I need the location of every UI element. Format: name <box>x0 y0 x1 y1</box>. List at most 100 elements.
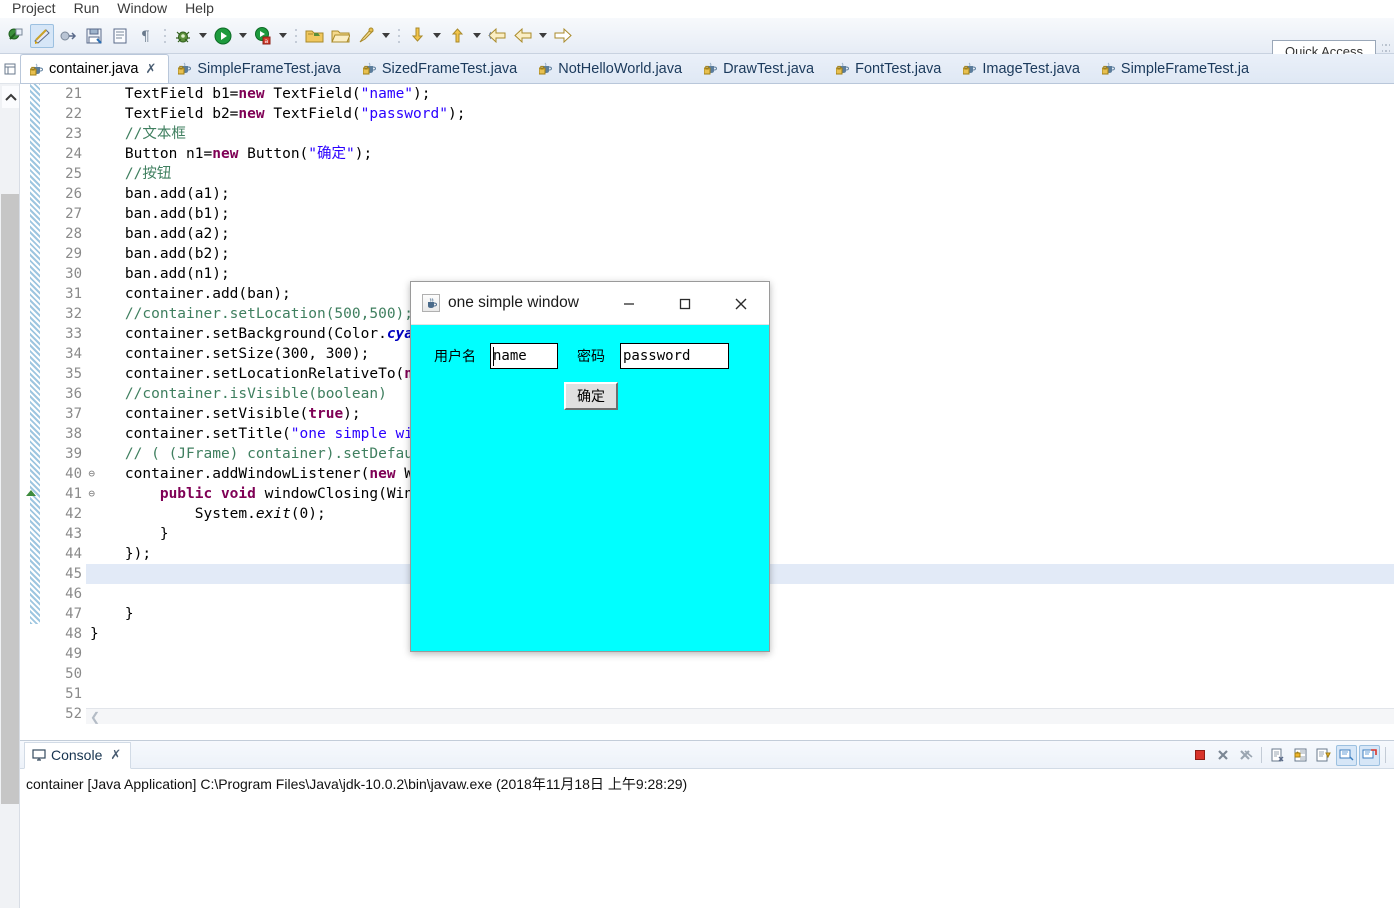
code-line[interactable] <box>86 664 1394 684</box>
next-annotation-icon[interactable] <box>405 24 429 48</box>
line-number: 52 <box>40 704 86 724</box>
open-console-icon[interactable] <box>1359 745 1380 766</box>
code-token: System. <box>195 506 256 522</box>
line-number: 24 <box>40 144 86 164</box>
username-input[interactable]: name <box>490 343 558 369</box>
rail-collapse-chevron-icon[interactable] <box>2 86 19 108</box>
close-icon[interactable]: ✗ <box>110 747 121 763</box>
console-tab-label: Console <box>51 747 102 763</box>
pilcrow-icon[interactable]: ¶ <box>134 24 158 48</box>
coverage-dropdown-arrow-icon[interactable] <box>276 24 289 48</box>
java-window-maximize-button[interactable] <box>657 282 713 325</box>
previous-annotation-icon[interactable] <box>445 24 469 48</box>
next-edit-location-icon[interactable] <box>551 24 575 48</box>
terminate-icon[interactable] <box>1189 745 1210 766</box>
display-selected-console-icon[interactable] <box>1336 745 1357 766</box>
code-line[interactable]: TextField b1=new TextField("name"); <box>86 84 1394 104</box>
menu-item-project[interactable]: Project <box>4 0 66 18</box>
confirm-button[interactable]: 确定 <box>564 382 618 410</box>
java-application-window[interactable]: one simple window 用户名 name <box>410 281 770 652</box>
run-dropdown-arrow-icon[interactable] <box>236 24 249 48</box>
rail-package-explorer-tab[interactable] <box>0 54 20 84</box>
code-token: TextField b1= <box>125 86 239 102</box>
code-token: } <box>90 626 99 642</box>
run-icon[interactable] <box>211 24 235 48</box>
code-line[interactable]: //按钮 <box>86 164 1394 184</box>
code-line[interactable]: TextField b2=new TextField("password"); <box>86 104 1394 124</box>
editor-horizontal-scrollbar[interactable]: ❮ <box>86 708 1394 724</box>
open-folder-icon[interactable] <box>328 24 352 48</box>
next-annotation-dropdown-arrow-icon[interactable] <box>430 24 443 48</box>
text-caret <box>493 347 494 366</box>
scroll-lock-icon[interactable] <box>1290 745 1311 766</box>
code-token: container.setBackground(Color. <box>125 326 387 342</box>
code-line[interactable]: ban.add(b2); <box>86 244 1394 264</box>
scroll-left-chevron-icon[interactable]: ❮ <box>90 710 100 724</box>
code-token: new <box>238 106 264 122</box>
line-number: 32 <box>40 304 86 324</box>
run-coverage-icon[interactable]: a <box>251 24 275 48</box>
left-fast-view-rail <box>0 54 20 908</box>
code-line[interactable]: //文本框 <box>86 124 1394 144</box>
menu-item-window[interactable]: Window <box>109 0 177 18</box>
line-number: 42 <box>40 504 86 524</box>
line-number: 45 <box>40 564 86 584</box>
external-tools-icon[interactable] <box>354 24 378 48</box>
clear-console-icon[interactable] <box>1267 745 1288 766</box>
pin-console-icon[interactable] <box>1313 745 1334 766</box>
print-icon[interactable] <box>108 24 132 48</box>
java-window-close-button[interactable] <box>713 282 769 325</box>
line-number: 47 <box>40 604 86 624</box>
code-token: container.addWindowListener( <box>125 466 369 482</box>
code-token: ban.add(n1); <box>125 266 230 282</box>
password-value: password <box>623 348 690 364</box>
editor-tab-container-java[interactable]: container.java✗ <box>20 54 169 84</box>
folding-column <box>20 84 30 724</box>
password-input[interactable]: password <box>620 343 729 369</box>
tab-console[interactable]: Console ✗ <box>24 742 131 769</box>
editor-tab-drawtest-java[interactable]: DrawTest.java <box>695 54 827 83</box>
forward-history-icon[interactable] <box>511 24 535 48</box>
java-window-title-bar[interactable]: one simple window <box>411 282 769 325</box>
code-line[interactable]: ban.add(a2); <box>86 224 1394 244</box>
code-token: container.setLocationRelativeTo( <box>125 366 404 382</box>
new-java-package-icon[interactable] <box>302 24 326 48</box>
line-number: 37 <box>40 404 86 424</box>
editor-tab-sizedframetest-java[interactable]: SizedFrameTest.java <box>354 54 530 83</box>
code-token: Button( <box>238 146 308 162</box>
external-tools-dropdown-arrow-icon[interactable] <box>379 24 392 48</box>
editor-tab-simpleframetest-ja[interactable]: SimpleFrameTest.ja <box>1093 54 1262 83</box>
code-line[interactable]: ban.add(b1); <box>86 204 1394 224</box>
java-window-minimize-button[interactable] <box>601 282 657 325</box>
save-icon[interactable] <box>82 24 106 48</box>
code-token: TextField b2= <box>125 106 239 122</box>
code-line[interactable]: Button n1=new Button("确定"); <box>86 144 1394 164</box>
previous-annotation-dropdown-arrow-icon[interactable] <box>470 24 483 48</box>
line-number: 23 <box>40 124 86 144</box>
highlight-pen-icon[interactable] <box>30 24 54 48</box>
code-token: //container.setLocation(500,500); <box>125 306 413 322</box>
history-dropdown-arrow-icon[interactable] <box>536 24 549 48</box>
debug-dropdown-arrow-icon[interactable] <box>196 24 209 48</box>
java-form-row: 用户名 name 密码 password <box>411 343 771 369</box>
editor-tab-fonttest-java[interactable]: FontTest.java <box>827 54 954 83</box>
change-ruler <box>30 84 40 624</box>
editor-tab-label: FontTest.java <box>855 61 941 77</box>
code-line[interactable]: ban.add(a1); <box>86 184 1394 204</box>
back-arrow-icon[interactable] <box>485 24 509 48</box>
menu-item-help[interactable]: Help <box>177 0 224 18</box>
skip-breakpoints-icon[interactable] <box>56 24 80 48</box>
editor-tab-imagetest-java[interactable]: ImageTest.java <box>954 54 1093 83</box>
close-icon[interactable]: ✗ <box>145 61 156 77</box>
debug-icon[interactable] <box>171 24 195 48</box>
remove-launch-icon[interactable] <box>1212 745 1233 766</box>
java-file-icon <box>30 62 44 77</box>
new-wizard-icon[interactable] <box>4 24 28 48</box>
remove-all-terminated-icon[interactable] <box>1235 745 1256 766</box>
java-window-controls <box>601 282 769 325</box>
code-line[interactable] <box>86 684 1394 704</box>
editor-tab-simpleframetest-java[interactable]: SimpleFrameTest.java <box>169 54 353 83</box>
editor-tab-nothelloworld-java[interactable]: NotHelloWorld.java <box>530 54 695 83</box>
line-number: 27 <box>40 204 86 224</box>
menu-item-run[interactable]: Run <box>66 0 110 18</box>
